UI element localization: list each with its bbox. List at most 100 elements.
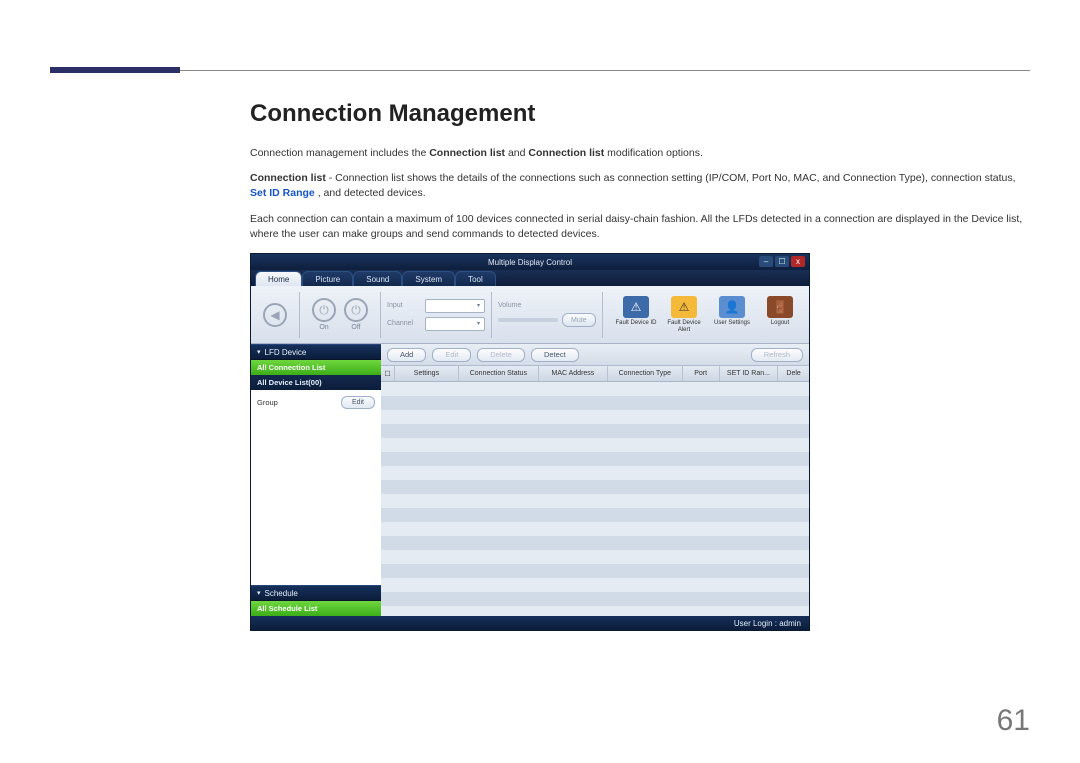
column-mac-address[interactable]: MAC Address [539,366,608,381]
column-settings[interactable]: Settings [395,366,459,381]
table-row [381,606,809,616]
volume-slider[interactable] [498,318,558,322]
maximize-button[interactable]: ☐ [775,256,789,267]
table-header: ☐ Settings Connection Status MAC Address… [381,366,809,382]
delete-button[interactable]: Delete [477,348,525,362]
group-row: Group Edit [257,396,375,409]
table-row [381,550,809,564]
volume-controls: Volume Mute [498,302,596,327]
sidebar-group-panel: Group Edit [251,390,381,585]
header-rule [50,70,1030,71]
app-body: ▾ LFD Device All Connection List All Devi… [251,344,809,616]
toolbar: ◀ ⏻ On ⏻ Off Input ▾ Channel ▾ [251,286,809,344]
table-row [381,592,809,606]
power-group: ⏻ On ⏻ Off [306,296,374,333]
page-title: Connection Management [250,100,1030,128]
back-button[interactable]: ◀ [263,303,287,327]
chevron-down-icon: ▾ [477,302,480,309]
column-delete[interactable]: Dele [778,366,809,381]
bold-connection-list-1: Connection list [429,147,505,159]
edit-button[interactable]: Edit [432,348,471,362]
tab-home[interactable]: Home [255,271,302,286]
channel-dropdown[interactable]: ▾ [425,317,485,331]
warning-icon: ⚠ [671,296,697,318]
text: , and detected devices. [318,187,426,199]
minimize-button[interactable]: – [759,256,773,267]
sidebar-section-schedule[interactable]: ▾ Schedule [251,585,381,601]
chevron-down-icon: ▾ [477,320,480,327]
tab-sound[interactable]: Sound [353,271,402,286]
column-connection-type[interactable]: Connection Type [608,366,683,381]
power-off-button[interactable]: ⏻ [344,298,368,322]
intro-paragraph: Connection management includes the Conne… [250,146,1030,161]
refresh-button[interactable]: Refresh [751,348,803,362]
input-label: Input [387,302,421,309]
table-row [381,536,809,550]
table-row [381,424,809,438]
group-label: Group [257,398,278,407]
add-button[interactable]: Add [387,348,426,362]
back-forward-group: ◀ [257,301,293,329]
column-port[interactable]: Port [683,366,720,381]
status-bar: User Login : admin [251,616,809,630]
user-icon: 👤 [719,296,745,318]
column-set-id-range[interactable]: SET ID Ran... [720,366,779,381]
detect-button[interactable]: Detect [531,348,579,362]
action-row: Add Edit Delete Detect Refresh [381,344,809,366]
group-edit-button[interactable]: Edit [341,396,375,409]
label: Schedule [265,589,298,598]
table-row [381,382,809,396]
page-number: 61 [997,704,1030,738]
input-dropdown[interactable]: ▾ [425,299,485,313]
fault-device-id-button[interactable]: ⚠ Fault Device ID [615,296,657,333]
label: LFD Device [265,348,307,357]
label: Fault Device ID [615,320,656,327]
table-row [381,578,809,592]
chevron-down-icon: ▾ [257,589,261,597]
divider [380,292,381,338]
sidebar-section-lfd-device[interactable]: ▾ LFD Device [251,344,381,360]
divider [299,292,300,338]
app-window-title: Multiple Display Control [488,258,572,267]
connection-desc-paragraph: Each connection can contain a maximum of… [250,212,1030,242]
text: and [508,147,528,159]
app-titlebar: Multiple Display Control – ☐ x [251,254,809,270]
logout-button[interactable]: 🚪 Logout [759,296,801,333]
window-buttons: – ☐ x [759,256,805,267]
sidebar: ▾ LFD Device All Connection List All Devi… [251,344,381,616]
door-icon: 🚪 [767,296,793,318]
tab-picture[interactable]: Picture [302,271,353,286]
monitor-warning-icon: ⚠ [623,296,649,318]
power-on-label: On [319,324,328,331]
power-off-label: Off [351,324,360,331]
table-row [381,564,809,578]
label: Logout [771,320,789,327]
table-row [381,480,809,494]
sidebar-item-all-connection-list[interactable]: All Connection List [251,360,381,375]
label: User Settings [714,320,750,327]
sidebar-item-all-schedule-list[interactable]: All Schedule List [251,601,381,616]
checkbox-column[interactable]: ☐ [381,366,395,381]
volume-label: Volume [498,302,521,309]
table-row [381,508,809,522]
user-settings-button[interactable]: 👤 User Settings [711,296,753,333]
source-controls: Input ▾ Channel ▾ [387,299,485,331]
bold-connection-list: Connection list [250,172,326,184]
channel-label: Channel [387,320,421,327]
mute-button[interactable]: Mute [562,313,596,327]
fault-device-alert-button[interactable]: ⚠ Fault Device Alert [663,296,705,333]
chevron-down-icon: ▾ [257,348,261,356]
tab-bar: Home Picture Sound System Tool [251,270,809,286]
tab-system[interactable]: System [402,271,455,286]
sidebar-item-all-device-list[interactable]: All Device List(00) [251,375,381,390]
header-accent [50,67,180,73]
power-on-button[interactable]: ⏻ [312,298,336,322]
divider [602,292,603,338]
connection-list-paragraph: Connection list - Connection list shows … [250,171,1030,201]
column-connection-status[interactable]: Connection Status [459,366,539,381]
table-row [381,410,809,424]
close-button[interactable]: x [791,256,805,267]
tab-tool[interactable]: Tool [455,271,496,286]
toolbar-actions: ⚠ Fault Device ID ⚠ Fault Device Alert 👤… [615,296,803,333]
document-content: Connection Management Connection managem… [250,100,1030,277]
